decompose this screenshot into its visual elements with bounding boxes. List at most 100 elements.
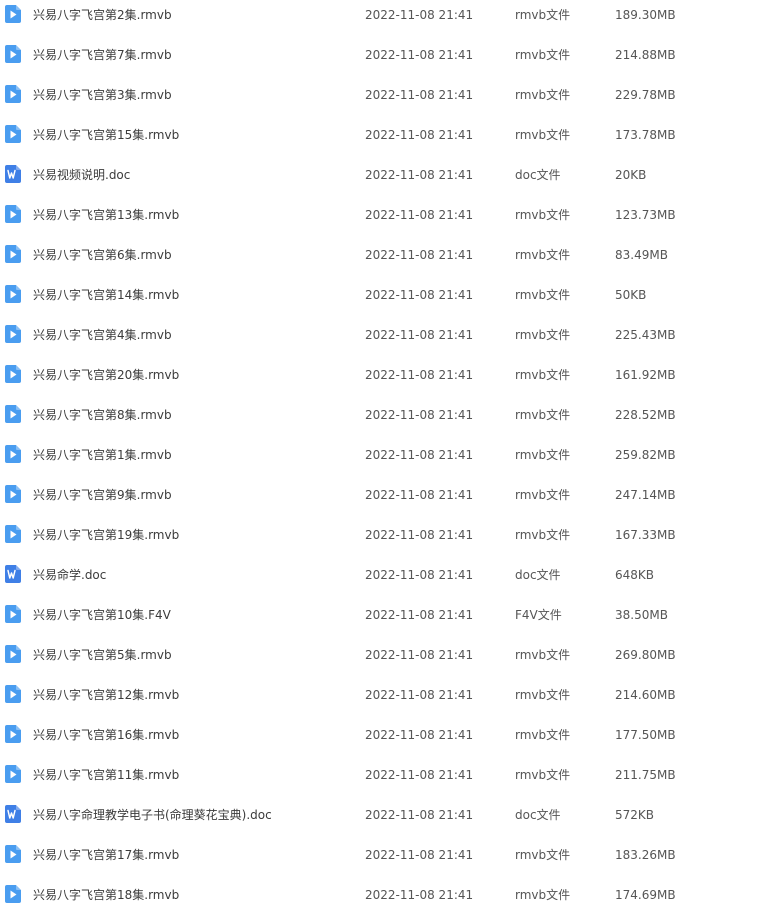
- file-row[interactable]: 兴易八字飞宫第11集.rmvb 2022-11-08 21:41 rmvb文件 …: [0, 755, 776, 795]
- video-file-icon: [5, 85, 21, 103]
- file-row[interactable]: 兴易八字飞宫第2集.rmvb 2022-11-08 21:41 rmvb文件 1…: [0, 0, 776, 35]
- file-size: 189.30MB: [615, 8, 676, 22]
- video-file-icon: [5, 245, 21, 263]
- file-modified-time: 2022-11-08 21:41: [365, 208, 474, 222]
- file-type: rmvb文件: [515, 328, 571, 342]
- file-name[interactable]: 兴易命学.doc: [33, 555, 106, 595]
- file-size: 211.75MB: [615, 768, 676, 782]
- file-size: 229.78MB: [615, 88, 676, 102]
- file-name[interactable]: 兴易八字飞宫第16集.rmvb: [33, 715, 179, 755]
- video-file-icon: [5, 445, 21, 463]
- file-row[interactable]: 兴易八字飞宫第15集.rmvb 2022-11-08 21:41 rmvb文件 …: [0, 115, 776, 155]
- file-name[interactable]: 兴易八字飞宫第11集.rmvb: [33, 755, 179, 795]
- file-name[interactable]: 兴易八字飞宫第5集.rmvb: [33, 635, 172, 675]
- file-name[interactable]: 兴易八字飞宫第6集.rmvb: [33, 235, 172, 275]
- file-row[interactable]: 兴易八字飞宫第1集.rmvb 2022-11-08 21:41 rmvb文件 2…: [0, 435, 776, 475]
- video-file-icon: [5, 845, 21, 863]
- file-modified-time: 2022-11-08 21:41: [365, 688, 474, 702]
- file-modified-time: 2022-11-08 21:41: [365, 568, 474, 582]
- file-name[interactable]: 兴易八字飞宫第19集.rmvb: [33, 515, 179, 555]
- file-name[interactable]: 兴易八字飞宫第3集.rmvb: [33, 75, 172, 115]
- video-file-icon: [5, 605, 21, 623]
- video-file-icon: [5, 365, 21, 383]
- file-size: 123.73MB: [615, 208, 676, 222]
- file-name[interactable]: 兴易八字命理教学电子书(命理葵花宝典).doc: [33, 795, 272, 835]
- file-row[interactable]: 兴易八字飞宫第6集.rmvb 2022-11-08 21:41 rmvb文件 8…: [0, 235, 776, 275]
- file-row[interactable]: 兴易八字飞宫第8集.rmvb 2022-11-08 21:41 rmvb文件 2…: [0, 395, 776, 435]
- file-name[interactable]: 兴易八字飞宫第14集.rmvb: [33, 275, 179, 315]
- file-size: 225.43MB: [615, 328, 676, 342]
- file-modified-time: 2022-11-08 21:41: [365, 88, 474, 102]
- file-name[interactable]: 兴易八字飞宫第13集.rmvb: [33, 195, 179, 235]
- file-row[interactable]: 兴易八字飞宫第5集.rmvb 2022-11-08 21:41 rmvb文件 2…: [0, 635, 776, 675]
- video-file-icon: [5, 645, 21, 663]
- file-name[interactable]: 兴易八字飞宫第12集.rmvb: [33, 675, 179, 715]
- file-name[interactable]: 兴易八字飞宫第18集.rmvb: [33, 875, 179, 915]
- file-type: doc文件: [515, 168, 561, 182]
- file-type: rmvb文件: [515, 648, 571, 662]
- file-modified-time: 2022-11-08 21:41: [365, 808, 474, 822]
- file-type: rmvb文件: [515, 368, 571, 382]
- file-name[interactable]: 兴易八字飞宫第8集.rmvb: [33, 395, 172, 435]
- file-size: 83.49MB: [615, 248, 668, 262]
- file-size: 173.78MB: [615, 128, 676, 142]
- video-file-icon: [5, 325, 21, 343]
- file-modified-time: 2022-11-08 21:41: [365, 248, 474, 262]
- file-row[interactable]: 兴易八字飞宫第9集.rmvb 2022-11-08 21:41 rmvb文件 2…: [0, 475, 776, 515]
- file-row[interactable]: 兴易八字飞宫第16集.rmvb 2022-11-08 21:41 rmvb文件 …: [0, 715, 776, 755]
- file-type: rmvb文件: [515, 8, 571, 22]
- file-name[interactable]: 兴易八字飞宫第2集.rmvb: [33, 0, 172, 35]
- file-size: 183.26MB: [615, 848, 676, 862]
- file-type: rmvb文件: [515, 248, 571, 262]
- video-file-icon: [5, 125, 21, 143]
- file-type: rmvb文件: [515, 488, 571, 502]
- file-size: 259.82MB: [615, 448, 676, 462]
- file-row[interactable]: 兴易视频说明.doc 2022-11-08 21:41 doc文件 20KB: [0, 155, 776, 195]
- file-name[interactable]: 兴易八字飞宫第17集.rmvb: [33, 835, 179, 875]
- file-name[interactable]: 兴易八字飞宫第10集.F4V: [33, 595, 171, 635]
- file-modified-time: 2022-11-08 21:41: [365, 328, 474, 342]
- file-type: doc文件: [515, 808, 561, 822]
- file-size: 50KB: [615, 288, 647, 302]
- word-doc-icon: [5, 805, 21, 823]
- file-row[interactable]: 兴易八字飞宫第12集.rmvb 2022-11-08 21:41 rmvb文件 …: [0, 675, 776, 715]
- file-type: rmvb文件: [515, 728, 571, 742]
- file-modified-time: 2022-11-08 21:41: [365, 448, 474, 462]
- video-file-icon: [5, 725, 21, 743]
- video-file-icon: [5, 765, 21, 783]
- file-size: 174.69MB: [615, 888, 676, 902]
- file-name[interactable]: 兴易八字飞宫第1集.rmvb: [33, 435, 172, 475]
- file-size: 247.14MB: [615, 488, 676, 502]
- file-size: 648KB: [615, 568, 655, 582]
- file-row[interactable]: 兴易八字飞宫第4集.rmvb 2022-11-08 21:41 rmvb文件 2…: [0, 315, 776, 355]
- file-name[interactable]: 兴易八字飞宫第20集.rmvb: [33, 355, 179, 395]
- file-name[interactable]: 兴易八字飞宫第7集.rmvb: [33, 35, 172, 75]
- file-type: rmvb文件: [515, 528, 571, 542]
- file-row[interactable]: 兴易八字飞宫第20集.rmvb 2022-11-08 21:41 rmvb文件 …: [0, 355, 776, 395]
- file-size: 38.50MB: [615, 608, 668, 622]
- file-row[interactable]: 兴易八字命理教学电子书(命理葵花宝典).doc 2022-11-08 21:41…: [0, 795, 776, 835]
- file-row[interactable]: 兴易八字飞宫第3集.rmvb 2022-11-08 21:41 rmvb文件 2…: [0, 75, 776, 115]
- file-name[interactable]: 兴易八字飞宫第15集.rmvb: [33, 115, 179, 155]
- file-row[interactable]: 兴易八字飞宫第13集.rmvb 2022-11-08 21:41 rmvb文件 …: [0, 195, 776, 235]
- file-row[interactable]: 兴易命学.doc 2022-11-08 21:41 doc文件 648KB: [0, 555, 776, 595]
- video-file-icon: [5, 525, 21, 543]
- file-row[interactable]: 兴易八字飞宫第7集.rmvb 2022-11-08 21:41 rmvb文件 2…: [0, 35, 776, 75]
- file-type: rmvb文件: [515, 408, 571, 422]
- file-row[interactable]: 兴易八字飞宫第19集.rmvb 2022-11-08 21:41 rmvb文件 …: [0, 515, 776, 555]
- file-name[interactable]: 兴易视频说明.doc: [33, 155, 130, 195]
- file-list: 兴易八字飞宫第2集.rmvb 2022-11-08 21:41 rmvb文件 1…: [0, 0, 776, 915]
- file-modified-time: 2022-11-08 21:41: [365, 848, 474, 862]
- file-modified-time: 2022-11-08 21:41: [365, 8, 474, 22]
- file-type: rmvb文件: [515, 848, 571, 862]
- file-row[interactable]: 兴易八字飞宫第10集.F4V 2022-11-08 21:41 F4V文件 38…: [0, 595, 776, 635]
- video-file-icon: [5, 885, 21, 903]
- file-name[interactable]: 兴易八字飞宫第4集.rmvb: [33, 315, 172, 355]
- file-name[interactable]: 兴易八字飞宫第9集.rmvb: [33, 475, 172, 515]
- file-row[interactable]: 兴易八字飞宫第14集.rmvb 2022-11-08 21:41 rmvb文件 …: [0, 275, 776, 315]
- file-type: rmvb文件: [515, 128, 571, 142]
- video-file-icon: [5, 685, 21, 703]
- file-row[interactable]: 兴易八字飞宫第17集.rmvb 2022-11-08 21:41 rmvb文件 …: [0, 835, 776, 875]
- file-row[interactable]: 兴易八字飞宫第18集.rmvb 2022-11-08 21:41 rmvb文件 …: [0, 875, 776, 915]
- file-size: 214.60MB: [615, 688, 676, 702]
